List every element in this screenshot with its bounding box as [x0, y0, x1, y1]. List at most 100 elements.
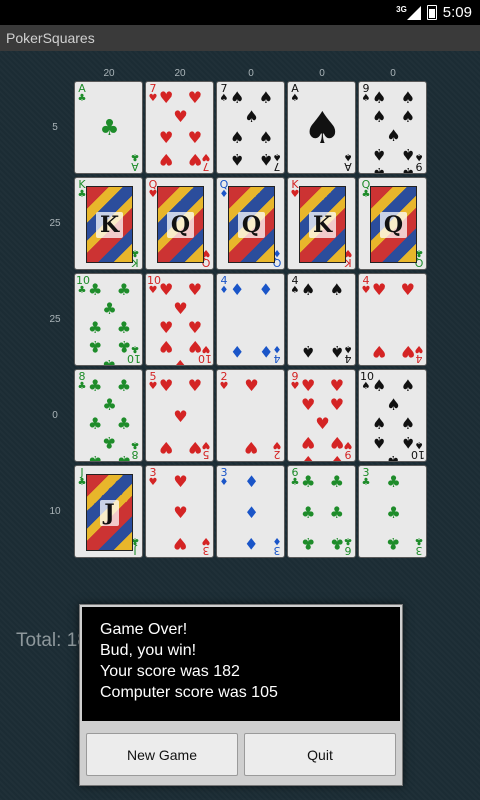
- playing-card[interactable]: 3 ♥ 3 ♥ ♥ ♥ ♥: [145, 465, 214, 558]
- suit-icon: ♠: [372, 145, 387, 164]
- suit-icon: ♥: [361, 285, 371, 296]
- suit-icon: ♥: [244, 376, 259, 395]
- suit-icon: ♣: [386, 534, 401, 553]
- card-pips: ♥ ♥ ♥: [159, 472, 202, 553]
- suit-icon: ♦: [219, 477, 229, 488]
- suit-icon: ♦: [230, 342, 245, 361]
- dialog-line: Computer score was 105: [100, 684, 278, 701]
- playing-card[interactable]: K ♣ K ♣ K: [74, 177, 143, 270]
- card-corner: A ♣: [76, 83, 88, 104]
- playing-card[interactable]: J ♣ J ♣ J: [74, 465, 143, 558]
- playing-card[interactable]: 10♣10♣♣♣♣♣♣♣♣♣♣♣: [74, 273, 143, 366]
- playing-card[interactable]: 2 ♥ 2 ♥ ♥ ♥: [216, 369, 285, 462]
- row-score: 0: [52, 410, 58, 421]
- suit-icon: ♥: [187, 127, 203, 147]
- playing-card[interactable]: Q ♦ Q ♦ Q: [216, 177, 285, 270]
- suit-icon: ♣: [77, 381, 87, 392]
- card-corner: 3 ♣: [360, 467, 372, 488]
- suit-icon: ♥: [372, 280, 387, 299]
- suit-icon: ♠: [400, 107, 416, 126]
- face-card-art: K: [86, 186, 133, 263]
- card-pips: ♣ ♣ ♣ ♣ ♣ ♣ ♣ ♣: [88, 376, 132, 461]
- playing-card[interactable]: 4 ♥ 4 ♥ ♥ ♥ ♥ ♥: [358, 273, 427, 366]
- suit-icon: ♥: [173, 107, 188, 126]
- card-corner: 7 ♠: [218, 83, 230, 104]
- suit-icon: ♠: [244, 107, 259, 126]
- playing-card[interactable]: 4 ♠ 4 ♠ ♠ ♠ ♠ ♠: [287, 273, 356, 366]
- card-pips: ♣: [88, 88, 131, 169]
- suit-icon: ♣: [116, 414, 132, 433]
- total-score: Total: 18: [16, 630, 88, 651]
- playing-card[interactable]: Q ♣ Q ♣ Q: [358, 177, 427, 270]
- quit-button[interactable]: Quit: [244, 733, 396, 776]
- playing-card[interactable]: 7 ♥ 7 ♥ ♥ ♥ ♥ ♥ ♥ ♥ ♥: [145, 81, 214, 174]
- suit-icon: ♥: [329, 433, 345, 452]
- card-corner: 4 ♥: [360, 275, 372, 296]
- playing-card[interactable]: 10♥10♥♥♥♥♥♥♥♥♥♥♥: [145, 273, 214, 366]
- playing-card[interactable]: 10♠10♠♠♠♠♠♠♠♠♠♠♠: [358, 369, 427, 462]
- card-corner: 9 ♠: [360, 83, 372, 104]
- suit-icon: ♠: [301, 280, 316, 299]
- playing-card[interactable]: 5 ♥ 5 ♥ ♥ ♥ ♥ ♥ ♥: [145, 369, 214, 462]
- network-type: 3G: [396, 5, 407, 14]
- card-corner: 10 ♣: [76, 275, 90, 296]
- row-score: 5: [52, 122, 58, 133]
- suit-icon: ♣: [102, 299, 117, 318]
- playing-card[interactable]: K ♥ K ♥ K: [287, 177, 356, 270]
- card-pips: ♥ ♥ ♥ ♥ ♥: [159, 376, 202, 457]
- suit-icon: ♦: [258, 280, 273, 299]
- card-pips: ♥♥♥♥♥♥♥♥♥♥: [159, 280, 202, 365]
- suit-icon: ♠: [329, 342, 344, 361]
- suit-icon: ♣: [116, 376, 132, 395]
- suit-icon: ♠: [230, 88, 245, 107]
- suit-icon: ♠: [290, 93, 300, 104]
- app-title: PokerSquares: [0, 25, 480, 51]
- face-card-rank: Q: [237, 211, 266, 238]
- suit-icon: ♣: [329, 503, 344, 522]
- playing-card[interactable]: 6 ♣ 6 ♣ ♣ ♣ ♣ ♣ ♣ ♣: [287, 465, 356, 558]
- suit-icon: ♦: [230, 280, 245, 299]
- suit-icon: ♠: [400, 376, 416, 395]
- playing-card[interactable]: 9 ♠ 9 ♠ ♠ ♠ ♠ ♠ ♠ ♠ ♠ ♠ ♠: [358, 81, 427, 174]
- column-score: 0: [319, 68, 325, 79]
- suit-icon: ♥: [301, 452, 316, 462]
- playing-card[interactable]: 8 ♣ 8 ♣ ♣ ♣ ♣ ♣ ♣ ♣ ♣ ♣: [74, 369, 143, 462]
- suit-icon: ♥: [301, 433, 316, 452]
- playing-card[interactable]: Q ♥ Q ♥ Q: [145, 177, 214, 270]
- dialog-line: Your score was 182: [100, 663, 240, 680]
- suit-icon: ♣: [88, 452, 103, 462]
- face-card-art: J: [86, 474, 133, 551]
- suit-icon: ♥: [301, 376, 316, 395]
- card-pips: ♣ ♣ ♣ ♣ ♣ ♣: [301, 472, 344, 553]
- suit-icon: ♦: [244, 472, 259, 491]
- playing-card[interactable]: 3 ♦ 3 ♦ ♦ ♦ ♦: [216, 465, 285, 558]
- dialog-message: Game Over! Bud, you win! Your score was …: [82, 607, 400, 721]
- card-corner: A ♠: [289, 83, 301, 104]
- playing-card[interactable]: 9 ♥ 9 ♥ ♥ ♥ ♥ ♥ ♥ ♥ ♥ ♥ ♥: [287, 369, 356, 462]
- suit-icon: ♠: [372, 88, 387, 107]
- playing-card[interactable]: 3 ♣ 3 ♣ ♣ ♣ ♣: [358, 465, 427, 558]
- suit-icon: ♠: [301, 342, 316, 361]
- suit-icon: ♣: [301, 534, 316, 553]
- playing-card[interactable]: 7 ♠ 7 ♠ ♠ ♠ ♠ ♠ ♠ ♠ ♠: [216, 81, 285, 174]
- status-bar: 3G 5:09: [0, 0, 480, 25]
- card-corner: 8 ♣: [76, 371, 88, 392]
- new-game-button[interactable]: New Game: [86, 733, 238, 776]
- suit-icon: ♠: [400, 164, 416, 174]
- playing-card[interactable]: A ♣ A ♣ ♣: [74, 81, 143, 174]
- suit-icon: ♣: [77, 285, 87, 296]
- suit-icon: ♠: [329, 280, 344, 299]
- face-card-rank: Q: [379, 211, 408, 238]
- suit-icon: ♠: [400, 433, 416, 452]
- playing-card[interactable]: 4 ♦ 4 ♦ ♦ ♦ ♦ ♦: [216, 273, 285, 366]
- suit-icon: ♥: [219, 381, 229, 392]
- card-pips: ♣♣♣♣♣♣♣♣♣♣: [88, 280, 131, 365]
- suit-icon: ♥: [159, 318, 174, 337]
- suit-icon: ♥: [173, 299, 188, 318]
- face-card-rank: K: [308, 211, 337, 238]
- suit-icon: ♣: [102, 395, 117, 414]
- suit-icon: ♦: [244, 503, 259, 522]
- playing-card[interactable]: A ♠ A ♠ ♠: [287, 81, 356, 174]
- clock: 5:09: [442, 4, 472, 21]
- suit-icon: ♠: [258, 150, 274, 169]
